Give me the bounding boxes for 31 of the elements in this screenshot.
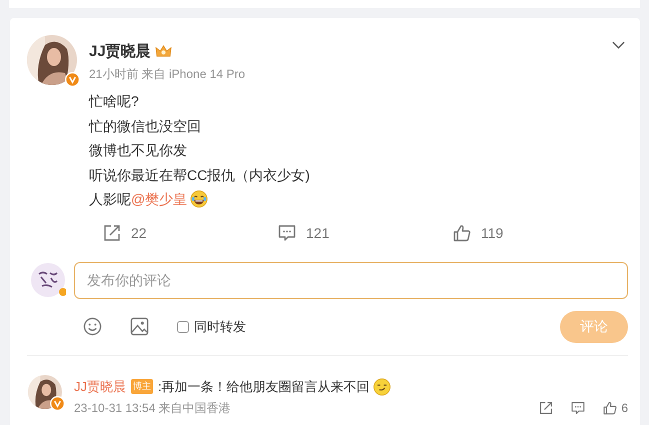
thumbs-up-icon[interactable] xyxy=(453,224,471,242)
smirking-emoji-icon xyxy=(372,378,391,396)
commenter-name[interactable]: JJ贾晓晨 xyxy=(74,378,126,396)
post-text: 听说你最近在帮CC报仇（内衣少女) xyxy=(89,166,311,185)
comment-meta: 23-10-31 13:54 来自中国香港 xyxy=(74,400,231,416)
thumbs-up-icon[interactable] xyxy=(603,401,618,415)
action-count: 121 xyxy=(306,224,330,240)
action-count: 22 xyxy=(131,224,147,240)
comment-input[interactable]: 发布你的评论 xyxy=(74,262,628,298)
post-text: 忙啥呢? xyxy=(89,92,140,111)
author-badge: 博主 xyxy=(131,379,153,394)
laughing-emoji-icon xyxy=(190,190,208,208)
checkbox[interactable] xyxy=(177,320,189,332)
comment-icon[interactable] xyxy=(571,401,586,415)
chevron-down-icon[interactable] xyxy=(612,41,625,49)
post-text: 忙的微信也没空回 xyxy=(89,116,202,136)
mention-link[interactable]: @樊少皇 xyxy=(131,187,188,212)
share-icon[interactable] xyxy=(103,224,121,242)
share-icon[interactable] xyxy=(539,401,554,415)
smiley-icon[interactable] xyxy=(83,317,102,336)
post-text: 微博也不见你发 xyxy=(89,141,188,160)
like-count: 6 xyxy=(621,401,628,415)
checkbox-label[interactable]: 同时转发 xyxy=(194,318,246,336)
comment-text: :再加一条！给他朋友圈留言从来不回 xyxy=(158,378,370,396)
image-icon[interactable] xyxy=(130,317,149,336)
user-avatar-icon xyxy=(30,262,66,298)
post-text: 人影呢 xyxy=(89,190,131,209)
comment-icon[interactable] xyxy=(278,224,296,242)
author-name[interactable]: JJ贾晓晨 xyxy=(89,42,151,60)
post-meta: 21小时前 来自 iPhone 14 Pro xyxy=(89,66,246,83)
action-count: 119 xyxy=(481,224,504,240)
